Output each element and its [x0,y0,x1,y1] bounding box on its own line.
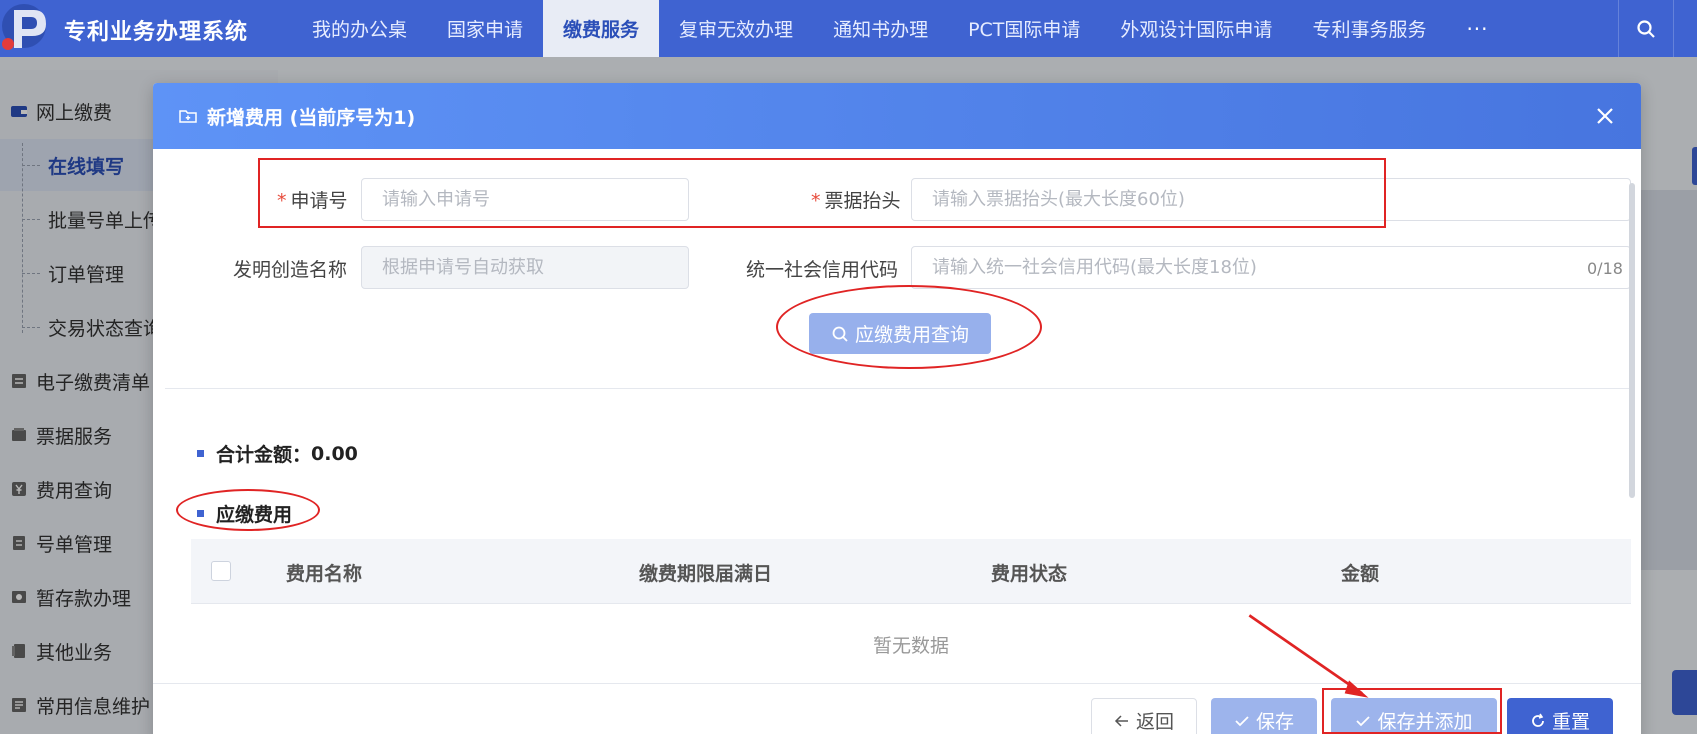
column-fee-name[interactable]: 费用名称 [286,559,362,586]
total-label: 合计金额： [216,444,312,466]
modal-title: 新增费用 (当前序号为1) [207,106,416,129]
top-search-button[interactable] [1618,0,1674,57]
arrow-left-icon [1114,714,1128,727]
nav-item-notice[interactable]: 通知书办理 [813,0,948,57]
nav-item-reexamination[interactable]: 复审无效办理 [659,0,813,57]
nav-item-national-application[interactable]: 国家申请 [427,0,543,57]
credit-code-input[interactable] [911,246,1631,289]
check-icon [1235,715,1249,726]
annotation-highlight-ellipse [776,285,1042,369]
invention-name-input [361,246,689,289]
nav-item-design-international[interactable]: 外观设计国际申请 [1100,0,1292,57]
annotation-highlight-box [258,158,1386,228]
app-logo [2,4,46,50]
column-fee-status[interactable]: 费用状态 [991,559,1067,586]
main-nav: 我的办公桌 国家申请 缴费服务 复审无效办理 通知书办理 PCT国际申请 外观设… [292,0,1509,57]
top-navbar: 专利业务办理系统 我的办公桌 国家申请 缴费服务 复审无效办理 通知书办理 PC… [0,0,1697,57]
modal-scrollbar[interactable] [1629,183,1635,498]
nav-item-pct[interactable]: PCT国际申请 [948,0,1100,57]
total-amount: 合计金额： 0.00 [197,440,358,467]
app-title: 专利业务办理系统 [64,20,249,45]
nav-item-office-desk[interactable]: 我的办公桌 [292,0,427,57]
back-button[interactable]: 返回 [1091,698,1197,734]
footer-divider [153,683,1641,684]
modal-header: 新增费用 (当前序号为1) [153,83,1641,149]
column-deadline[interactable]: 缴费期限届满日 [639,559,772,586]
invention-name-label: 发明创造名称 [233,259,348,281]
nav-more-button[interactable]: ··· [1446,0,1508,57]
reset-button[interactable]: 重置 [1507,698,1613,734]
credit-code-label: 统一社会信用代码 [746,259,899,281]
search-icon [1637,19,1655,38]
total-value: 0.00 [311,442,358,465]
table-divider [191,603,1631,604]
table-empty-text: 暂无数据 [873,635,950,657]
annotation-arrow-icon [1248,614,1369,698]
fees-table-header: 费用名称 缴费期限届满日 费用状态 金额 [191,539,1631,603]
bullet-icon [197,450,204,457]
refresh-icon [1532,713,1544,727]
close-icon[interactable] [1593,104,1617,128]
folder-add-icon [179,110,197,123]
credit-code-counter: 0/18 [1587,259,1623,278]
select-all-checkbox[interactable] [211,561,231,581]
save-button[interactable]: 保存 [1211,698,1317,734]
column-amount[interactable]: 金额 [1341,559,1379,586]
nav-item-patent-affairs[interactable]: 专利事务服务 [1292,0,1446,57]
section-divider [165,388,1630,389]
nav-item-fee-service[interactable]: 缴费服务 [543,0,660,57]
annotation-highlight-ellipse [176,489,320,531]
